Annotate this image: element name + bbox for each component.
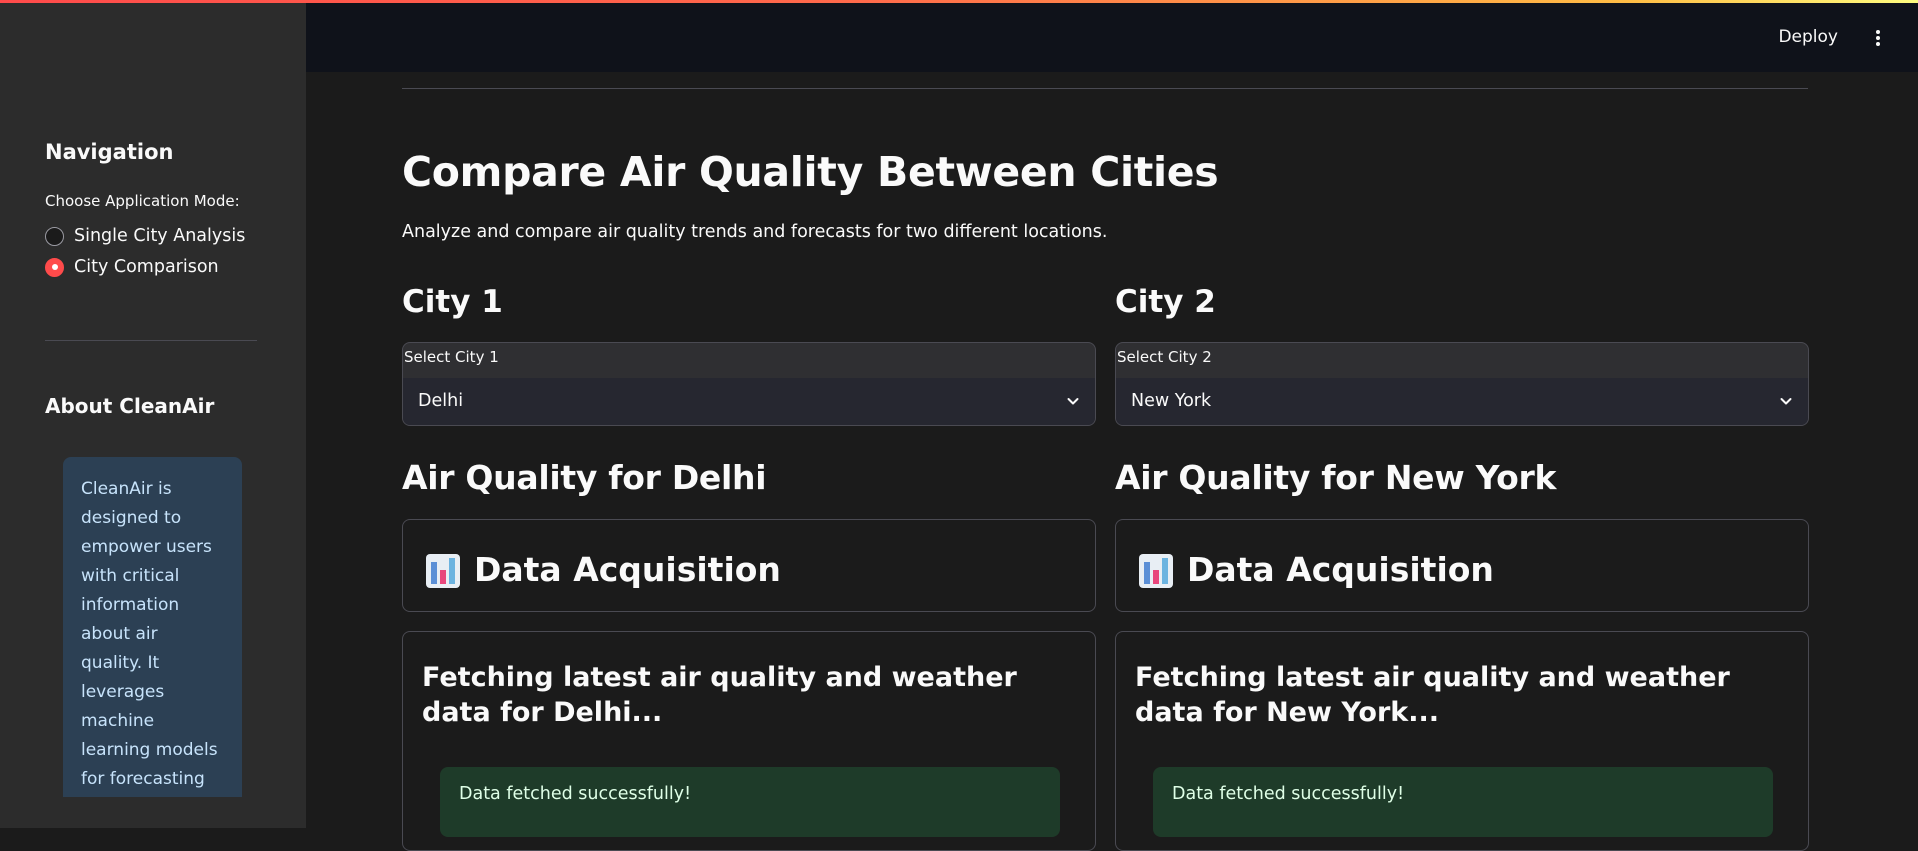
chevron-down-icon xyxy=(1780,398,1792,405)
kebab-menu-icon[interactable] xyxy=(1874,27,1882,49)
city1-fetch-card: Fetching latest air quality and weather … xyxy=(402,631,1096,851)
radio-label: Single City Analysis xyxy=(74,226,246,246)
top-decoration-bar xyxy=(0,0,1918,3)
bar-chart-icon xyxy=(426,554,460,588)
city2-select-group: Select City 2 New York xyxy=(1115,342,1809,426)
city2-success-alert: Data fetched successfully! xyxy=(1153,767,1773,837)
top-divider xyxy=(402,88,1808,89)
city1-aq-heading: Air Quality for Delhi xyxy=(402,458,767,497)
city1-acquisition-card: Data Acquisition xyxy=(402,519,1096,612)
mode-radio-label: Choose Application Mode: xyxy=(45,192,240,210)
sidebar-nav-title: Navigation xyxy=(45,140,174,164)
about-text: CleanAir is designed to empower users wi… xyxy=(81,479,218,789)
page-title: Compare Air Quality Between Cities xyxy=(402,148,1219,196)
city1-fetch-text: Fetching latest air quality and weather … xyxy=(422,662,1017,728)
city1-select-label: Select City 1 xyxy=(404,348,499,366)
city1-select-value: Delhi xyxy=(418,391,464,411)
city1-select[interactable]: Delhi xyxy=(403,378,1095,425)
page-subtitle: Analyze and compare air quality trends a… xyxy=(402,222,1108,242)
radio-city-comparison[interactable]: City Comparison xyxy=(45,257,219,277)
city2-select-value: New York xyxy=(1131,391,1212,411)
city2-acquisition-card: Data Acquisition xyxy=(1115,519,1809,612)
city1-success-alert: Data fetched successfully! xyxy=(440,767,1060,837)
city1-heading: City 1 xyxy=(402,284,503,320)
city1-select-group: Select City 1 Delhi xyxy=(402,342,1096,426)
deploy-button[interactable]: Deploy xyxy=(1778,27,1838,47)
radio-label: City Comparison xyxy=(74,257,219,277)
radio-unchecked-icon xyxy=(45,226,64,246)
radio-checked-icon xyxy=(45,257,64,277)
radio-single-city[interactable]: Single City Analysis xyxy=(45,226,245,246)
city2-acquisition-title: Data Acquisition xyxy=(1187,550,1494,589)
app-header: Deploy xyxy=(306,3,1918,72)
about-title: About CleanAir xyxy=(45,394,215,418)
city1-acquisition-title: Data Acquisition xyxy=(474,550,781,589)
city2-fetch-card: Fetching latest air quality and weather … xyxy=(1115,631,1809,851)
chevron-down-icon xyxy=(1067,398,1079,405)
bar-chart-icon xyxy=(1139,554,1173,588)
city2-aq-heading: Air Quality for New York xyxy=(1115,458,1557,497)
city2-select[interactable]: New York xyxy=(1116,378,1808,425)
city2-heading: City 2 xyxy=(1115,284,1216,320)
city2-success-text: Data fetched successfully! xyxy=(1172,784,1405,804)
city1-success-text: Data fetched successfully! xyxy=(459,784,692,804)
sidebar-divider xyxy=(45,340,257,341)
about-info-box: CleanAir is designed to empower users wi… xyxy=(63,457,242,797)
sidebar: Navigation Choose Application Mode: Sing… xyxy=(0,0,306,828)
city2-fetch-text: Fetching latest air quality and weather … xyxy=(1135,662,1730,728)
city2-select-label: Select City 2 xyxy=(1117,348,1212,366)
